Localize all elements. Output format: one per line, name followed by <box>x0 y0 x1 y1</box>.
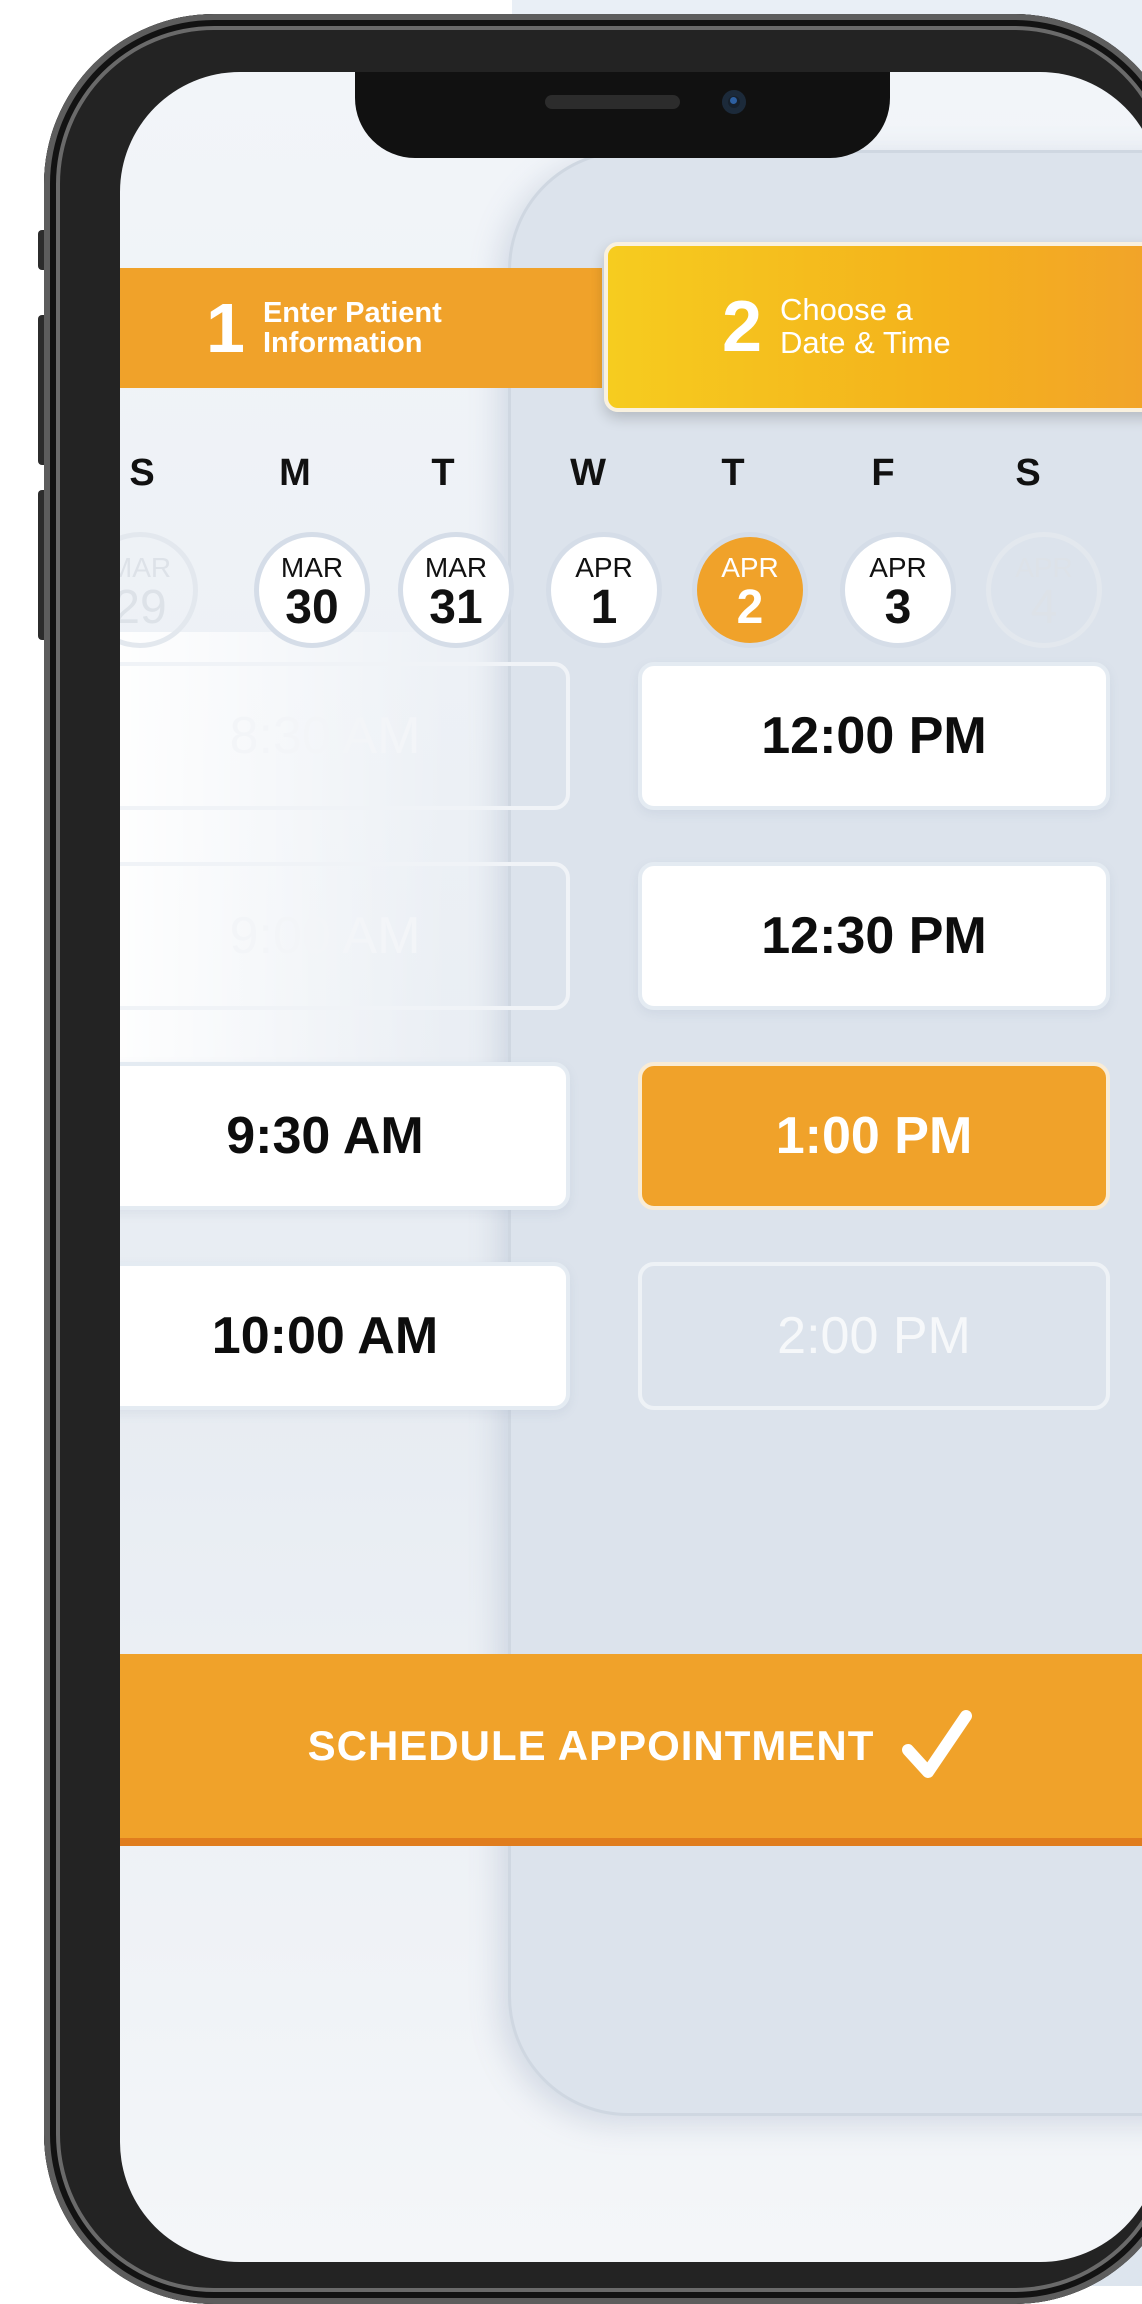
checkmark-icon <box>902 1706 973 1786</box>
step-2-label: Choose a Date & Time <box>780 292 951 360</box>
phone-screen: 1 Enter Patient Information 2 Choose a D… <box>120 72 1142 2262</box>
weekday-label: T <box>721 452 745 494</box>
time-slot-12-30-pm[interactable]: 12:30 PM <box>638 862 1110 1010</box>
time-slot-9-30-am[interactable]: 9:30 AM <box>120 1062 570 1210</box>
weekday-label: W <box>570 452 606 494</box>
weekday-label: S <box>129 452 155 494</box>
time-slot-10-00-am[interactable]: 10:00 AM <box>120 1262 570 1410</box>
time-slot-2-00-pm: 2:00 PM <box>638 1262 1110 1410</box>
schedule-appointment-label: SCHEDULE APPOINTMENT <box>307 1722 875 1769</box>
date-chip-apr-4: APR 4 <box>986 532 1102 648</box>
weekday-label: F <box>871 452 895 494</box>
step-2-choose-date-time[interactable]: 2 Choose a Date & Time <box>604 242 1142 412</box>
weekday-label: M <box>279 452 311 494</box>
weekday-label: T <box>431 452 455 494</box>
date-chip-mar-29: MAR 29 <box>120 532 198 648</box>
phone-notch <box>355 72 890 158</box>
step-2-number: 2 <box>722 287 763 367</box>
schedule-appointment-button[interactable]: SCHEDULE APPOINTMENT <box>120 1654 1142 1846</box>
weekday-header: S M T W T F S <box>120 452 1142 512</box>
time-slot-9-00-am: 9:00 AM <box>120 862 570 1010</box>
front-camera-icon <box>722 90 746 114</box>
step-1-enter-patient-information[interactable]: 1 Enter Patient Information <box>120 268 602 388</box>
step-1-number: 1 <box>206 289 245 367</box>
date-chip-mar-31[interactable]: MAR 31 <box>398 532 514 648</box>
date-chip-apr-1[interactable]: APR 1 <box>546 532 662 648</box>
step-1-label: Enter Patient Information <box>262 296 442 359</box>
date-chip-mar-30[interactable]: MAR 30 <box>254 532 370 648</box>
speaker-grille <box>545 95 680 109</box>
time-slot-1-00-pm[interactable]: 1:00 PM <box>638 1062 1110 1210</box>
date-chip-apr-3[interactable]: APR 3 <box>840 532 956 648</box>
time-slot-8-30-am: 8:30 AM <box>120 662 570 810</box>
date-chip-apr-2[interactable]: APR 2 <box>692 532 808 648</box>
time-slot-12-00-pm[interactable]: 12:00 PM <box>638 662 1110 810</box>
weekday-label: S <box>1015 452 1041 494</box>
